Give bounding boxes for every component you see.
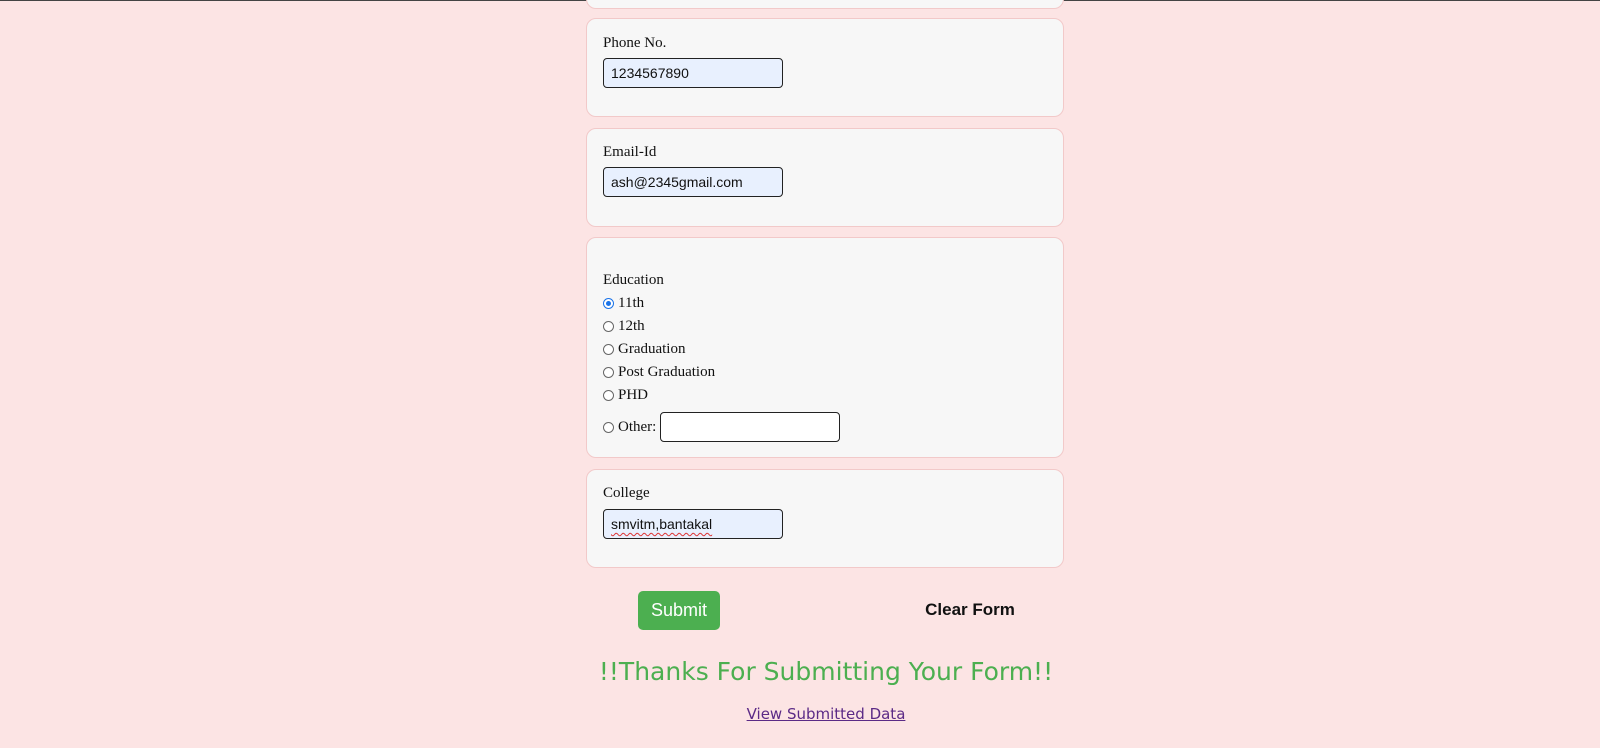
education-option-graduation[interactable]: Graduation — [603, 340, 685, 358]
education-option-phd[interactable]: PHD — [603, 386, 648, 404]
education-option-other[interactable]: Other: — [603, 412, 841, 442]
email-input[interactable]: ash@2345gmail.com — [603, 167, 783, 197]
radio-other[interactable] — [603, 421, 614, 433]
submit-button[interactable]: Submit — [638, 591, 720, 630]
option-label: PHD — [618, 387, 649, 403]
college-card: College smvitm,bantakal — [586, 469, 1064, 568]
view-submitted-data-link[interactable]: View Submitted Data — [747, 705, 906, 723]
clear-form-button[interactable]: Clear Form — [900, 597, 1040, 623]
option-label: 12th — [618, 318, 645, 334]
college-value: smvitm,bantakal — [611, 516, 713, 532]
email-label: Email-Id — [603, 144, 657, 160]
radio-graduation[interactable] — [603, 343, 614, 355]
college-label: College — [603, 485, 650, 501]
other-education-input[interactable] — [660, 412, 841, 442]
thanks-message: !!Thanks For Submitting Your Form!! — [598, 657, 1054, 686]
radio-phd[interactable] — [603, 389, 614, 401]
education-label: Education — [603, 272, 664, 288]
phone-value: 1234567890 — [611, 65, 689, 81]
option-label: Post Graduation — [618, 364, 716, 380]
radio-12th[interactable] — [603, 320, 614, 332]
education-option-post-graduation[interactable]: Post Graduation — [603, 363, 715, 381]
option-label: Other: — [618, 419, 657, 435]
view-submitted-data-link-wrap: View Submitted Data — [0, 704, 1600, 724]
phone-card: Phone No. 1234567890 — [586, 18, 1064, 117]
phone-input[interactable]: 1234567890 — [603, 58, 783, 88]
education-option-11th[interactable]: 11th — [603, 294, 644, 312]
college-input[interactable]: smvitm,bantakal — [603, 509, 783, 539]
email-value: ash@2345gmail.com — [611, 174, 743, 190]
radio-post-graduation[interactable] — [603, 366, 614, 378]
option-label: Graduation — [618, 341, 686, 357]
option-label: 11th — [618, 295, 645, 311]
radio-11th[interactable] — [603, 297, 614, 309]
education-card: Education 11th 12th Graduation Post Grad… — [586, 237, 1064, 458]
email-card: Email-Id ash@2345gmail.com — [586, 128, 1064, 227]
previous-field-card — [586, 0, 1064, 9]
education-option-12th[interactable]: 12th — [603, 317, 645, 335]
phone-label: Phone No. — [603, 35, 667, 51]
